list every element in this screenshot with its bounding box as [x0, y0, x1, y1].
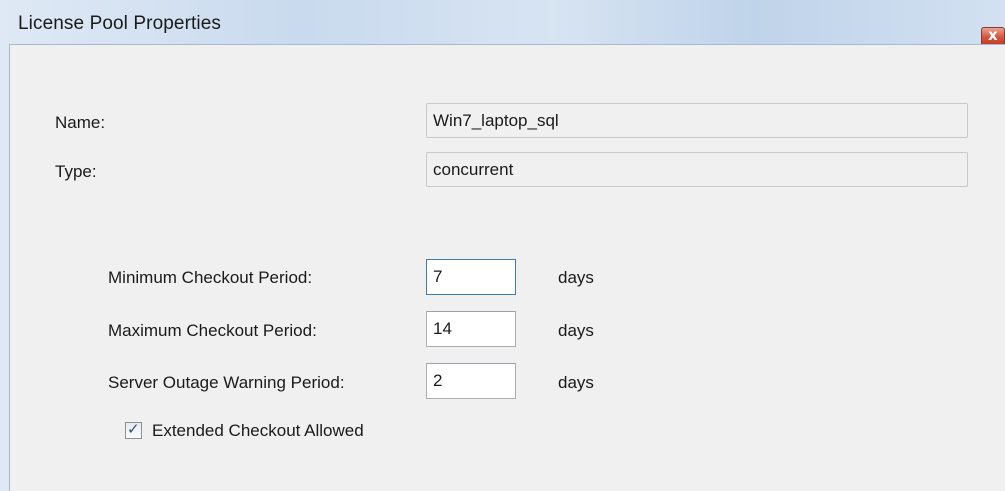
type-label: Type: — [55, 162, 97, 181]
dialog-window: License Pool Properties x Name: Win7_lap… — [0, 0, 1005, 491]
name-value: Win7_laptop_sql — [433, 111, 559, 130]
window-title: License Pool Properties — [18, 13, 221, 34]
dialog-body: Name: Win7_laptop_sql Type: concurrent M… — [9, 44, 1005, 491]
extended-checkout-checkbox[interactable]: ✓ — [125, 420, 142, 439]
name-field[interactable]: Win7_laptop_sql — [426, 103, 968, 138]
outage-warning-input[interactable] — [426, 363, 516, 399]
max-checkout-unit: days — [558, 321, 594, 340]
type-field[interactable]: concurrent — [426, 152, 968, 187]
min-checkout-unit: days — [558, 268, 594, 287]
title-bar[interactable]: License Pool Properties x — [0, 0, 1005, 47]
min-checkout-label: Minimum Checkout Period: — [108, 268, 313, 287]
checkmark-icon: ✓ — [127, 420, 140, 438]
outage-warning-unit: days — [558, 373, 594, 392]
name-label: Name: — [55, 113, 106, 132]
close-icon: x — [988, 26, 998, 44]
type-value: concurrent — [433, 160, 514, 179]
max-checkout-input[interactable] — [426, 311, 516, 347]
extended-checkout-label[interactable]: Extended Checkout Allowed — [152, 421, 364, 441]
min-checkout-input[interactable] — [426, 259, 516, 295]
outage-warning-label: Server Outage Warning Period: — [108, 373, 345, 392]
max-checkout-label: Maximum Checkout Period: — [108, 321, 317, 340]
